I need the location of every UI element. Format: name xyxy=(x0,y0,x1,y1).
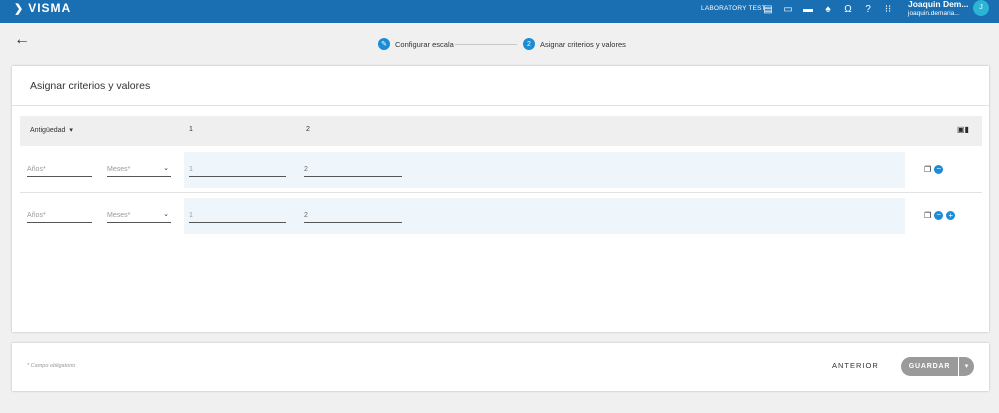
excel-export-icon[interactable]: ▣▮ xyxy=(957,125,969,134)
values-band xyxy=(184,152,905,188)
remove-row-icon[interactable]: − xyxy=(934,164,944,174)
user-menu[interactable]: Joaquin Dem... joaquin.demaria... xyxy=(908,0,968,17)
table-row: Años* Meses* ⌄ 1 2 ❐ − xyxy=(20,148,982,193)
meses-select[interactable]: Meses* ⌄ xyxy=(107,209,171,223)
value-field-1[interactable]: 1 xyxy=(189,209,286,223)
footer-bar: * Campo obligatorio ANTERIOR GUARDAR ▾ xyxy=(12,343,989,391)
user-email: joaquin.demaria... xyxy=(908,9,960,17)
chevron-down-icon: ⌄ xyxy=(163,211,169,218)
criterion-header-label: Antigüedad xyxy=(30,127,66,134)
duplicate-icon[interactable]: ❐ xyxy=(924,165,931,174)
value-header-1: 1 xyxy=(189,126,193,133)
anos-field[interactable]: Años* xyxy=(27,163,92,177)
value-header-2: 2 xyxy=(306,126,310,133)
previous-button[interactable]: ANTERIOR xyxy=(832,361,879,370)
table-row: Años* Meses* ⌄ 1 2 ❐ − + xyxy=(20,194,982,239)
table-header: Antigüedad ▾ 1 2 ▣▮ xyxy=(20,116,982,146)
stepper-connector xyxy=(455,44,517,45)
anos-field[interactable]: Años* xyxy=(27,209,92,223)
top-icon-bar: ▤ ▭ ▬ ♠ Ω ? ⁝⁝ xyxy=(758,2,898,16)
meses-placeholder: Meses* xyxy=(107,166,131,173)
add-row-icon[interactable]: + xyxy=(946,210,956,220)
tenant-name[interactable]: LABORATORY TEST xyxy=(701,5,766,12)
chevron-down-icon: ⌄ xyxy=(163,165,169,172)
back-arrow-icon[interactable]: ← xyxy=(14,32,30,48)
apps-grid-icon[interactable]: ⁝⁝ xyxy=(878,2,898,16)
step-configurar-escala[interactable]: ✎ Configurar escala xyxy=(378,38,454,50)
value-field-1[interactable]: 1 xyxy=(189,163,286,177)
bell-icon[interactable]: ♠ xyxy=(818,2,838,16)
value-field-2[interactable]: 2 xyxy=(304,209,402,223)
pencil-icon: ✎ xyxy=(378,38,390,50)
step-asignar-criterios[interactable]: 2 Asignar criterios y valores xyxy=(523,38,626,50)
avatar[interactable]: J xyxy=(973,0,989,16)
duplicate-icon[interactable]: ❐ xyxy=(924,211,931,220)
step-label: Configurar escala xyxy=(395,39,454,49)
sheet-icon[interactable]: ▤ xyxy=(758,2,778,16)
criterion-header[interactable]: Antigüedad ▾ xyxy=(30,126,73,134)
remove-row-icon[interactable]: − xyxy=(934,210,944,220)
save-options-chevron-icon[interactable]: ▾ xyxy=(959,357,974,376)
sort-down-icon: ▾ xyxy=(67,127,73,134)
step-number: 2 xyxy=(523,38,535,50)
monitor-icon[interactable]: ▭ xyxy=(778,2,798,16)
headset-icon[interactable]: Ω xyxy=(838,2,858,16)
meses-placeholder: Meses* xyxy=(107,212,131,219)
value-field-2[interactable]: 2 xyxy=(304,163,402,177)
row-actions: ❐ − + xyxy=(924,210,956,220)
values-band xyxy=(184,198,905,234)
top-bar: ❯ VISMA LABORATORY TEST ▤ ▭ ▬ ♠ Ω ? ⁝⁝ J… xyxy=(0,0,999,23)
visma-logo[interactable]: ❯ VISMA xyxy=(14,1,71,15)
meses-select[interactable]: Meses* ⌄ xyxy=(107,163,171,177)
required-note: * Campo obligatorio xyxy=(27,363,76,369)
criteria-card: Asignar criterios y valores Antigüedad ▾… xyxy=(12,66,989,332)
divider xyxy=(12,105,989,106)
brand-name: VISMA xyxy=(28,1,72,15)
user-name: Joaquin Dem... xyxy=(908,0,969,9)
save-button[interactable]: GUARDAR xyxy=(901,357,958,376)
card-title: Asignar criterios y valores xyxy=(30,80,151,92)
step-label: Asignar criterios y valores xyxy=(540,39,626,49)
row-actions: ❐ − xyxy=(924,164,944,174)
visma-swoosh-icon: ❯ xyxy=(14,2,25,15)
folder-icon[interactable]: ▬ xyxy=(798,2,818,16)
help-icon[interactable]: ? xyxy=(858,2,878,16)
